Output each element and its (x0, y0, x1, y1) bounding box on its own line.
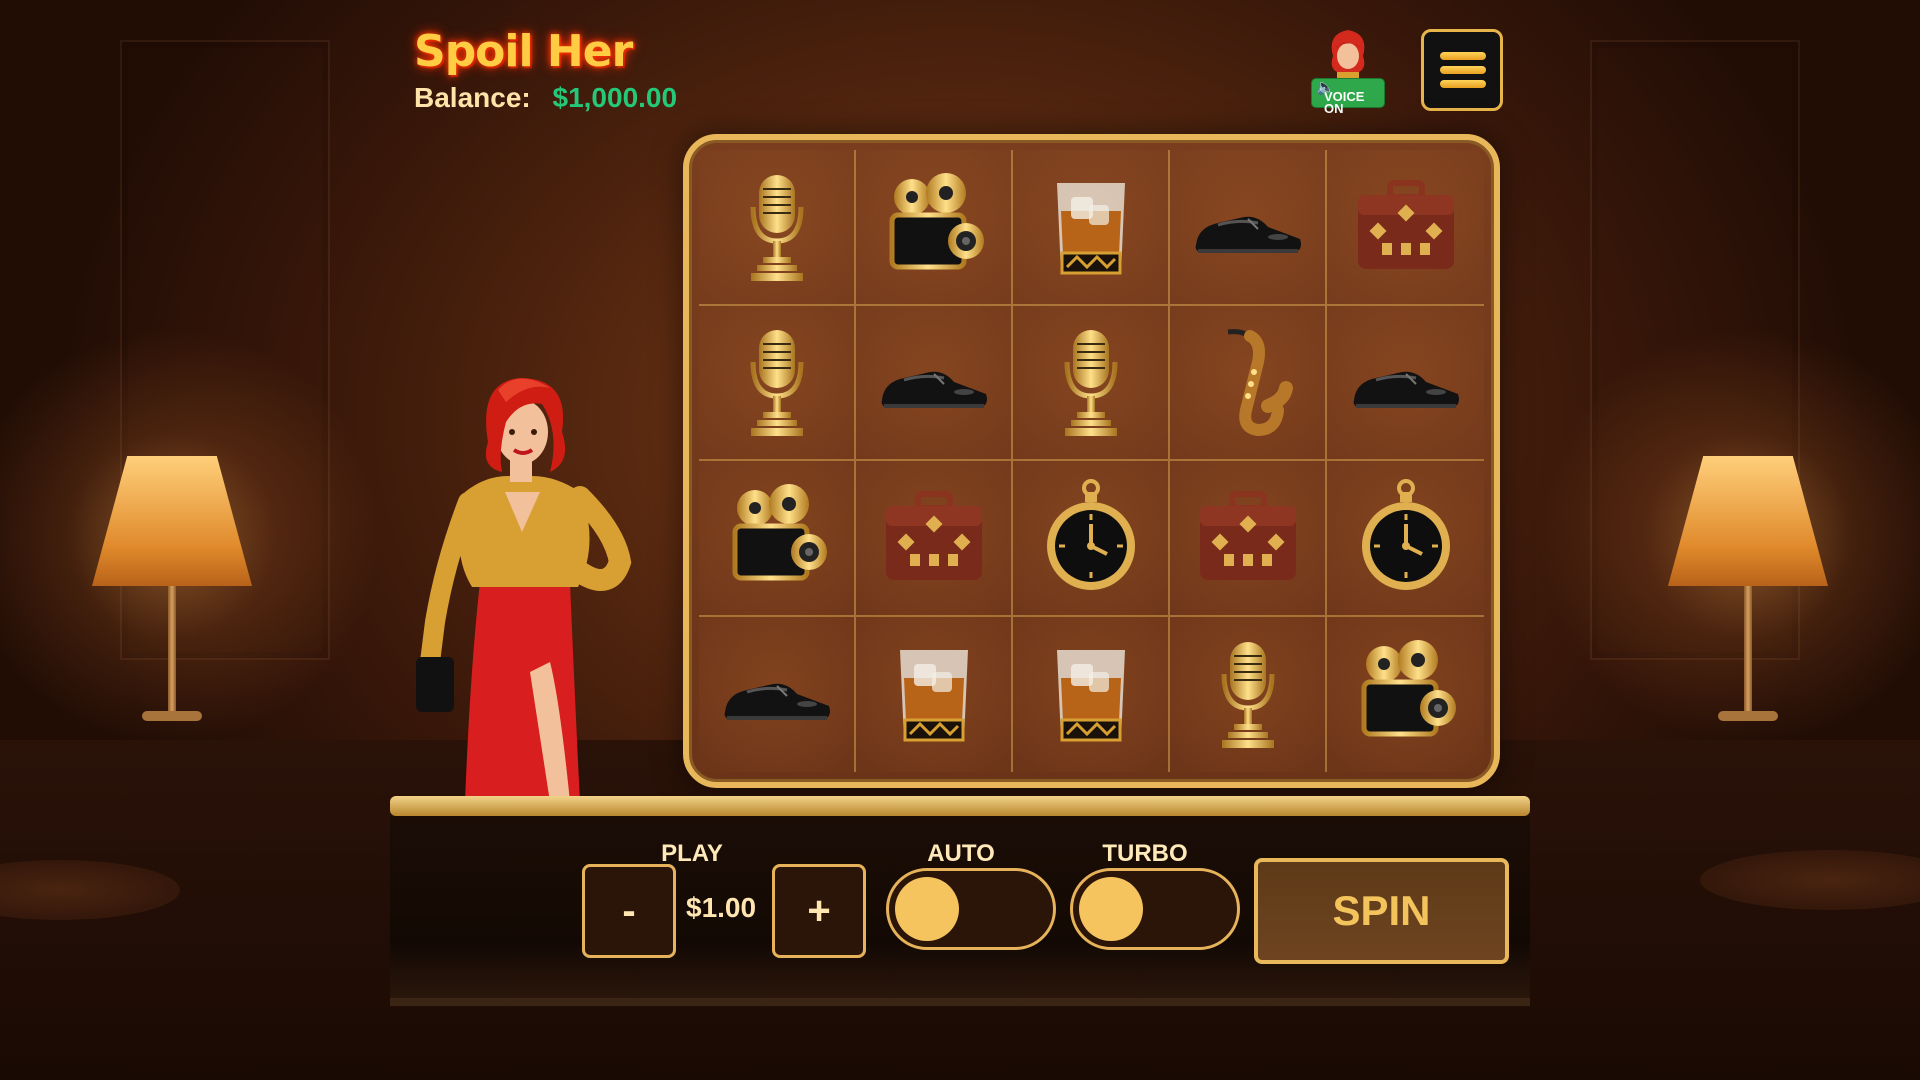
decrease-bet-button[interactable]: - (582, 864, 676, 958)
balance-value: $1,000.00 (552, 82, 678, 113)
shoe-icon (724, 683, 830, 721)
whiskey-glass-icon (1056, 182, 1125, 275)
reel-cell (1013, 616, 1170, 772)
reel-cell (1327, 461, 1484, 617)
voice-status-badge: 🔈 VOICE ON (1311, 78, 1385, 115)
reel-cell (1327, 305, 1484, 461)
shoe-icon (1195, 216, 1301, 253)
auto-spin-toggle[interactable] (886, 868, 1056, 950)
film-camera-icon (732, 483, 827, 581)
reel-cell (1013, 150, 1170, 306)
reel-cell (1327, 150, 1484, 306)
control-ledge (390, 796, 1530, 816)
pocket-watch-icon (1046, 478, 1135, 590)
toggle-knob (895, 877, 959, 941)
reel-cell (856, 616, 1013, 772)
microphone-icon (1064, 330, 1117, 437)
whiskey-glass-icon (899, 650, 968, 742)
film-camera-icon (889, 172, 984, 270)
auto-label: AUTO (927, 840, 995, 867)
spin-button[interactable]: SPIN (1254, 858, 1509, 964)
reel-cell (1170, 305, 1327, 461)
microphone-icon (750, 174, 803, 281)
reel-cell (856, 305, 1013, 461)
character-woman-in-red-dress (416, 378, 632, 802)
film-camera-icon (1361, 640, 1456, 737)
reel-cell (856, 461, 1013, 617)
shoe-icon (881, 371, 987, 409)
reel-cell (699, 150, 856, 306)
bet-value: $1.00 (686, 892, 757, 923)
reel-grid (699, 150, 1484, 772)
balance-label: Balance: (414, 82, 531, 113)
reel-cell (699, 616, 856, 772)
hamburger-menu-icon (1440, 52, 1486, 60)
briefcase-icon (1357, 179, 1454, 269)
reel-cell (856, 150, 1013, 306)
reel-board (683, 134, 1500, 788)
reel-cell (1327, 616, 1484, 772)
game-title: Spoil Her (414, 26, 633, 77)
increase-bet-button[interactable]: + (772, 864, 866, 958)
shoe-icon (1353, 371, 1459, 409)
briefcase-icon (885, 490, 982, 580)
voice-toggle-button[interactable]: 🔈 VOICE ON (1309, 22, 1387, 115)
reel-cell (1170, 616, 1327, 772)
briefcase-icon (1199, 490, 1296, 580)
saxophone-icon (1227, 329, 1293, 437)
microphone-icon (750, 330, 803, 437)
reel-cell (1170, 150, 1327, 306)
reel-cell (1170, 461, 1327, 617)
turbo-toggle[interactable] (1070, 868, 1240, 950)
reel-cell (1013, 305, 1170, 461)
control-panel: PLAY - $1.00 + AUTO TURBO SPIN (390, 816, 1530, 1006)
toggle-knob (1079, 877, 1143, 941)
turbo-label: TURBO (1102, 840, 1188, 867)
reel-cell (1013, 461, 1170, 617)
whiskey-glass-icon (1056, 650, 1125, 742)
reel-cell (699, 305, 856, 461)
reel-cell (699, 461, 856, 617)
speaker-icon: 🔈 (1316, 79, 1335, 96)
menu-button[interactable] (1421, 29, 1503, 111)
microphone-icon (1221, 642, 1274, 749)
balance-display: Balance: $1,000.00 (414, 82, 677, 114)
pocket-watch-icon (1361, 478, 1450, 590)
